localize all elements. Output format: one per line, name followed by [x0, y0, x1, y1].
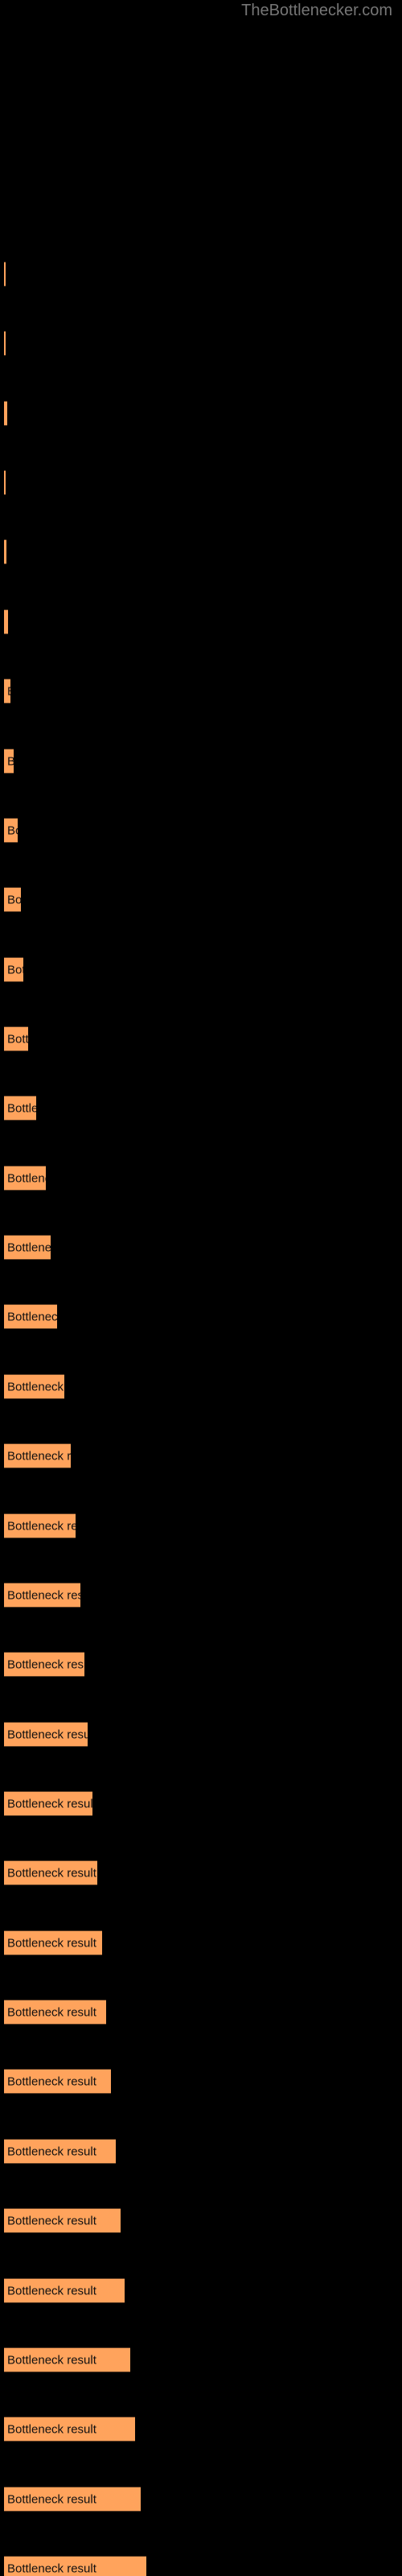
chart-bar[interactable]: Bottleneck result: [4, 539, 6, 564]
bar-row: Bottleneck result: [0, 1860, 402, 1885]
bar-row: Bottleneck result: [0, 1791, 402, 1816]
chart-bar[interactable]: Bottleneck result: [4, 1026, 28, 1051]
bar-label: Bottleneck result: [7, 684, 10, 698]
chart-bar[interactable]: Bottleneck result: [4, 2278, 125, 2303]
chart-bar[interactable]: Bottleneck result: [4, 887, 21, 912]
bar-row: Bottleneck result: [0, 2556, 402, 2576]
bar-row: Bottleneck result: [0, 1304, 402, 1329]
bar-label: Bottleneck result: [7, 1797, 92, 1810]
bar-row: Bottleneck result: [0, 2139, 402, 2164]
bar-row: Bottleneck result: [0, 1443, 402, 1468]
bar-label: Bottleneck result: [7, 1936, 96, 1950]
chart-bar[interactable]: Bottleneck result: [4, 1583, 80, 1608]
bar-row: Bottleneck result: [0, 749, 402, 774]
bar-label: Bottleneck result: [7, 1241, 51, 1254]
bar-label: Bottleneck result: [7, 1519, 76, 1533]
bar-row: Bottleneck result: [0, 2000, 402, 2025]
chart-bar[interactable]: Bottleneck result: [4, 2069, 111, 2094]
bar-row: Bottleneck result: [0, 2069, 402, 2094]
bar-label: Bottleneck result: [7, 1032, 28, 1046]
bar-row: Bottleneck result: [0, 818, 402, 843]
chart-bar[interactable]: Bottleneck result: [4, 1860, 97, 1885]
chart-bar[interactable]: Bottleneck result: [4, 1930, 102, 1955]
bar-label: Bottleneck result: [7, 1588, 80, 1602]
chart-bar[interactable]: Bottleneck result: [4, 609, 8, 634]
bar-row: Bottleneck result: [0, 1513, 402, 1538]
chart-bar[interactable]: Bottleneck result: [4, 1235, 51, 1260]
chart-bar[interactable]: Bottleneck result: [4, 818, 18, 843]
bar-row: Bottleneck result: [0, 331, 402, 356]
bar-row: Bottleneck result: [0, 1096, 402, 1121]
chart-bar[interactable]: Bottleneck result: [4, 749, 14, 774]
bar-row: Bottleneck result: [0, 2208, 402, 2233]
bar-label: Bottleneck result: [7, 2005, 96, 2019]
chart-bar[interactable]: Bottleneck result: [4, 679, 10, 704]
chart-bar[interactable]: Bottleneck result: [4, 470, 6, 495]
bar-label: Bottleneck result: [7, 2214, 96, 2227]
chart-bar[interactable]: Bottleneck result: [4, 2417, 135, 2442]
bar-row: Bottleneck result: [0, 2487, 402, 2512]
bar-row: Bottleneck result: [0, 1722, 402, 1747]
bar-label: Bottleneck result: [7, 2422, 96, 2436]
bar-label: Bottleneck result: [7, 2353, 96, 2367]
bar-label: Bottleneck result: [7, 615, 8, 629]
chart-bar[interactable]: Bottleneck result: [4, 1791, 92, 1816]
chart-bar[interactable]: Bottleneck result: [4, 2556, 146, 2576]
bar-row: Bottleneck result: [0, 1583, 402, 1608]
bar-row: Bottleneck result: [0, 2417, 402, 2442]
bar-label: Bottleneck result: [7, 2492, 96, 2506]
bar-label: Bottleneck result: [7, 1380, 64, 1393]
horizontal-bar-chart: Bottleneck result Bottleneck result Bottle…: [0, 0, 402, 2576]
chart-bar[interactable]: Bottleneck result: [4, 957, 23, 982]
chart-bar[interactable]: Bottleneck result: [4, 2208, 121, 2233]
chart-bar[interactable]: Bottleneck result: [4, 1513, 76, 1538]
bar-label: Bottleneck result: [7, 1866, 96, 1880]
bar-label: Bottleneck result: [7, 754, 14, 768]
bar-row: Bottleneck result: [0, 609, 402, 634]
bar-label: Bottleneck result: [7, 824, 18, 837]
bar-label: Bottleneck result: [7, 1101, 36, 1115]
bar-label: Bottleneck result: [7, 963, 23, 976]
bar-row: Bottleneck result: [0, 679, 402, 704]
bar-row: Bottleneck result: [0, 1166, 402, 1191]
chart-bar[interactable]: Bottleneck result: [4, 2139, 116, 2164]
bottleneck-chart-page: TheBottlenecker.com Bottleneck resultBot…: [0, 0, 402, 2576]
bar-label: Bottleneck result: [7, 1728, 88, 1741]
chart-bar[interactable]: Bottleneck result: [4, 1304, 57, 1329]
bar-row: Bottleneck result: [0, 470, 402, 495]
bar-row: Bottleneck result: [0, 957, 402, 982]
bar-label: Bottleneck result: [7, 1657, 84, 1671]
bar-row: Bottleneck result: [0, 2347, 402, 2372]
bar-row: Bottleneck result: [0, 262, 402, 287]
bar-row: Bottleneck result: [0, 887, 402, 912]
bar-row: Bottleneck result: [0, 1930, 402, 1955]
chart-bar[interactable]: Bottleneck result: [4, 2000, 106, 2025]
chart-bar[interactable]: Bottleneck result: [4, 1443, 71, 1468]
chart-bar[interactable]: Bottleneck result: [4, 1722, 88, 1747]
chart-bar[interactable]: Bottleneck result: [4, 2487, 141, 2512]
bar-label: Bottleneck result: [7, 893, 21, 906]
chart-bar[interactable]: Bottleneck result: [4, 1374, 64, 1399]
chart-bar[interactable]: Bottleneck result: [4, 1652, 84, 1677]
bar-row: Bottleneck result: [0, 539, 402, 564]
chart-bar[interactable]: Bottleneck result: [4, 1166, 46, 1191]
bar-label: Bottleneck result: [7, 2284, 96, 2297]
bar-label: Bottleneck result: [7, 1449, 71, 1463]
bar-row: Bottleneck result: [0, 1374, 402, 1399]
bar-label: Bottleneck result: [7, 2145, 96, 2158]
bar-label: Bottleneck result: [7, 2074, 96, 2088]
chart-bar[interactable]: Bottleneck result: [4, 331, 6, 356]
bar-row: Bottleneck result: [0, 1235, 402, 1260]
chart-bar[interactable]: Bottleneck result: [4, 401, 7, 426]
bar-label: Bottleneck result: [7, 2562, 96, 2575]
bar-row: Bottleneck result: [0, 1652, 402, 1677]
chart-bar[interactable]: Bottleneck result: [4, 2347, 130, 2372]
bar-label: Bottleneck result: [7, 1171, 46, 1185]
bar-row: Bottleneck result: [0, 2278, 402, 2303]
bar-row: Bottleneck result: [0, 401, 402, 426]
bar-label: Bottleneck result: [7, 1310, 57, 1323]
chart-bar[interactable]: Bottleneck result: [4, 262, 6, 287]
chart-bar[interactable]: Bottleneck result: [4, 1096, 36, 1121]
bar-row: Bottleneck result: [0, 1026, 402, 1051]
